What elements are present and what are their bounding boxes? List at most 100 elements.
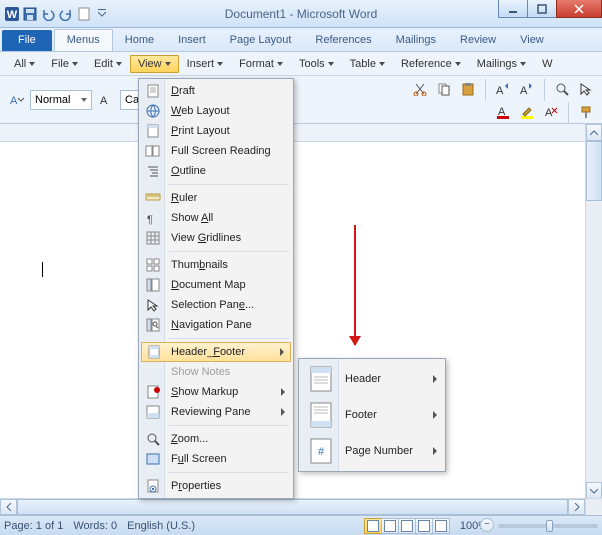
menu-item-draft[interactable]: Draft xyxy=(141,81,291,101)
menu-item-show-all[interactable]: ¶Show All xyxy=(141,208,291,228)
menu-item-full-screen-reading[interactable]: Full Screen Reading xyxy=(141,141,291,161)
highlight-icon[interactable] xyxy=(517,102,537,122)
zoom-slider-handle[interactable] xyxy=(546,520,553,532)
select-icon[interactable] xyxy=(576,79,596,99)
menu-w-overflow[interactable]: W xyxy=(534,55,560,73)
view-menu: Draft Web Layout Print Layout Full Scree… xyxy=(138,78,294,499)
undo-icon[interactable] xyxy=(40,6,56,22)
tab-references[interactable]: References xyxy=(303,30,383,51)
web-layout-icon xyxy=(144,103,162,119)
menu-item-navigation-pane[interactable]: Navigation Pane xyxy=(141,315,291,335)
vertical-scrollbar[interactable] xyxy=(585,124,602,499)
tab-mailings[interactable]: Mailings xyxy=(384,30,448,51)
scroll-up-button[interactable] xyxy=(586,124,602,141)
paragraph-mark-icon: ¶ xyxy=(144,210,162,226)
menu-view[interactable]: View xyxy=(130,55,179,73)
tab-menus[interactable]: Menus xyxy=(54,29,113,51)
minimize-button[interactable] xyxy=(498,0,528,18)
ruler[interactable] xyxy=(0,124,602,142)
submenu-arrow-icon xyxy=(433,375,437,383)
show-markup-icon xyxy=(144,384,162,400)
tab-insert[interactable]: Insert xyxy=(166,30,218,51)
document-map-icon xyxy=(144,277,162,293)
format-painter-icon[interactable] xyxy=(576,102,596,122)
menu-item-zoom[interactable]: Zoom... xyxy=(141,429,291,449)
menu-item-selection-pane[interactable]: Selection Pane... xyxy=(141,295,291,315)
menu-item-header-footer[interactable]: Header_Footer xyxy=(141,342,291,362)
submenu-arrow-icon xyxy=(433,447,437,455)
font-icon[interactable]: A xyxy=(96,90,116,110)
tab-review[interactable]: Review xyxy=(448,30,508,51)
view-print-layout-button[interactable] xyxy=(364,518,382,534)
new-document-icon[interactable] xyxy=(76,6,92,22)
menu-format[interactable]: Format xyxy=(231,55,291,73)
menu-item-outline[interactable]: Outline xyxy=(141,161,291,181)
footer-icon xyxy=(307,401,335,429)
tab-file[interactable]: File xyxy=(2,30,52,51)
menu-all[interactable]: All xyxy=(6,55,43,73)
properties-icon xyxy=(144,478,162,494)
menu-item-show-markup[interactable]: Show Markup xyxy=(141,382,291,402)
menu-item-thumbnails[interactable]: Thumbnails xyxy=(141,255,291,275)
close-button[interactable] xyxy=(556,0,602,18)
copy-icon[interactable] xyxy=(434,79,454,99)
status-page[interactable]: Page: 1 of 1 xyxy=(4,520,63,532)
menu-item-page-number[interactable]: #Page Number xyxy=(301,433,443,469)
style-combo[interactable]: Normal xyxy=(30,90,92,110)
ribbon-tabs: File Menus Home Insert Page Layout Refer… xyxy=(0,28,602,52)
menu-item-view-gridlines[interactable]: View Gridlines xyxy=(141,228,291,248)
maximize-button[interactable] xyxy=(527,0,557,18)
menu-edit[interactable]: Edit xyxy=(86,55,130,73)
menu-insert[interactable]: Insert xyxy=(179,55,232,73)
paste-icon[interactable] xyxy=(458,79,478,99)
menu-item-web-layout[interactable]: Web Layout xyxy=(141,101,291,121)
menu-item-properties[interactable]: Properties xyxy=(141,476,291,496)
menu-item-footer[interactable]: Footer xyxy=(301,397,443,433)
menu-reference[interactable]: Reference xyxy=(393,55,469,73)
font-color-icon[interactable]: A xyxy=(493,102,513,122)
menu-item-ruler[interactable]: Ruler xyxy=(141,188,291,208)
clear-format-icon[interactable]: A xyxy=(541,102,561,122)
menu-item-full-screen[interactable]: Full Screen xyxy=(141,449,291,469)
qat-customize-icon[interactable] xyxy=(94,6,110,22)
zoom-out-button[interactable]: − xyxy=(480,518,494,532)
svg-text:A: A xyxy=(496,85,504,96)
tab-view[interactable]: View xyxy=(508,30,556,51)
scroll-left-button[interactable] xyxy=(0,499,17,515)
svg-text:¶: ¶ xyxy=(147,214,153,225)
header-icon xyxy=(307,365,335,393)
view-draft-button[interactable] xyxy=(432,518,450,534)
menu-item-document-map[interactable]: Document Map xyxy=(141,275,291,295)
menu-tools[interactable]: Tools xyxy=(291,55,342,73)
scroll-right-button[interactable] xyxy=(568,499,585,515)
menu-file[interactable]: File xyxy=(43,55,86,73)
scroll-down-button[interactable] xyxy=(586,482,602,499)
status-language[interactable]: English (U.S.) xyxy=(127,520,195,532)
tab-home[interactable]: Home xyxy=(113,30,166,51)
cut-icon[interactable] xyxy=(410,79,430,99)
zoom-slider[interactable]: − + xyxy=(498,524,598,528)
menu-item-header[interactable]: Header xyxy=(301,361,443,397)
decrease-font-icon[interactable]: A xyxy=(493,79,513,99)
find-icon[interactable] xyxy=(552,79,572,99)
menu-mailings[interactable]: Mailings xyxy=(469,55,534,73)
quick-access-toolbar: W xyxy=(0,6,110,22)
increase-font-icon[interactable]: A xyxy=(517,79,537,99)
tab-page-layout[interactable]: Page Layout xyxy=(218,30,304,51)
view-full-screen-button[interactable] xyxy=(381,518,399,534)
menu-item-print-layout[interactable]: Print Layout xyxy=(141,121,291,141)
redo-icon[interactable] xyxy=(58,6,74,22)
horizontal-scroll-thumb[interactable] xyxy=(17,499,568,515)
view-web-layout-button[interactable] xyxy=(398,518,416,534)
horizontal-scrollbar[interactable] xyxy=(0,498,585,515)
menu-table[interactable]: Table xyxy=(342,55,393,73)
vertical-scroll-thumb[interactable] xyxy=(586,141,602,201)
status-words[interactable]: Words: 0 xyxy=(73,520,117,532)
view-buttons xyxy=(365,518,450,534)
view-outline-button[interactable] xyxy=(415,518,433,534)
menu-item-reviewing-pane[interactable]: Reviewing Pane xyxy=(141,402,291,422)
save-icon[interactable] xyxy=(22,6,38,22)
annotation-arrow xyxy=(354,225,356,345)
style-dropdown-icon[interactable]: A xyxy=(6,90,26,110)
word-app-icon[interactable]: W xyxy=(4,6,20,22)
